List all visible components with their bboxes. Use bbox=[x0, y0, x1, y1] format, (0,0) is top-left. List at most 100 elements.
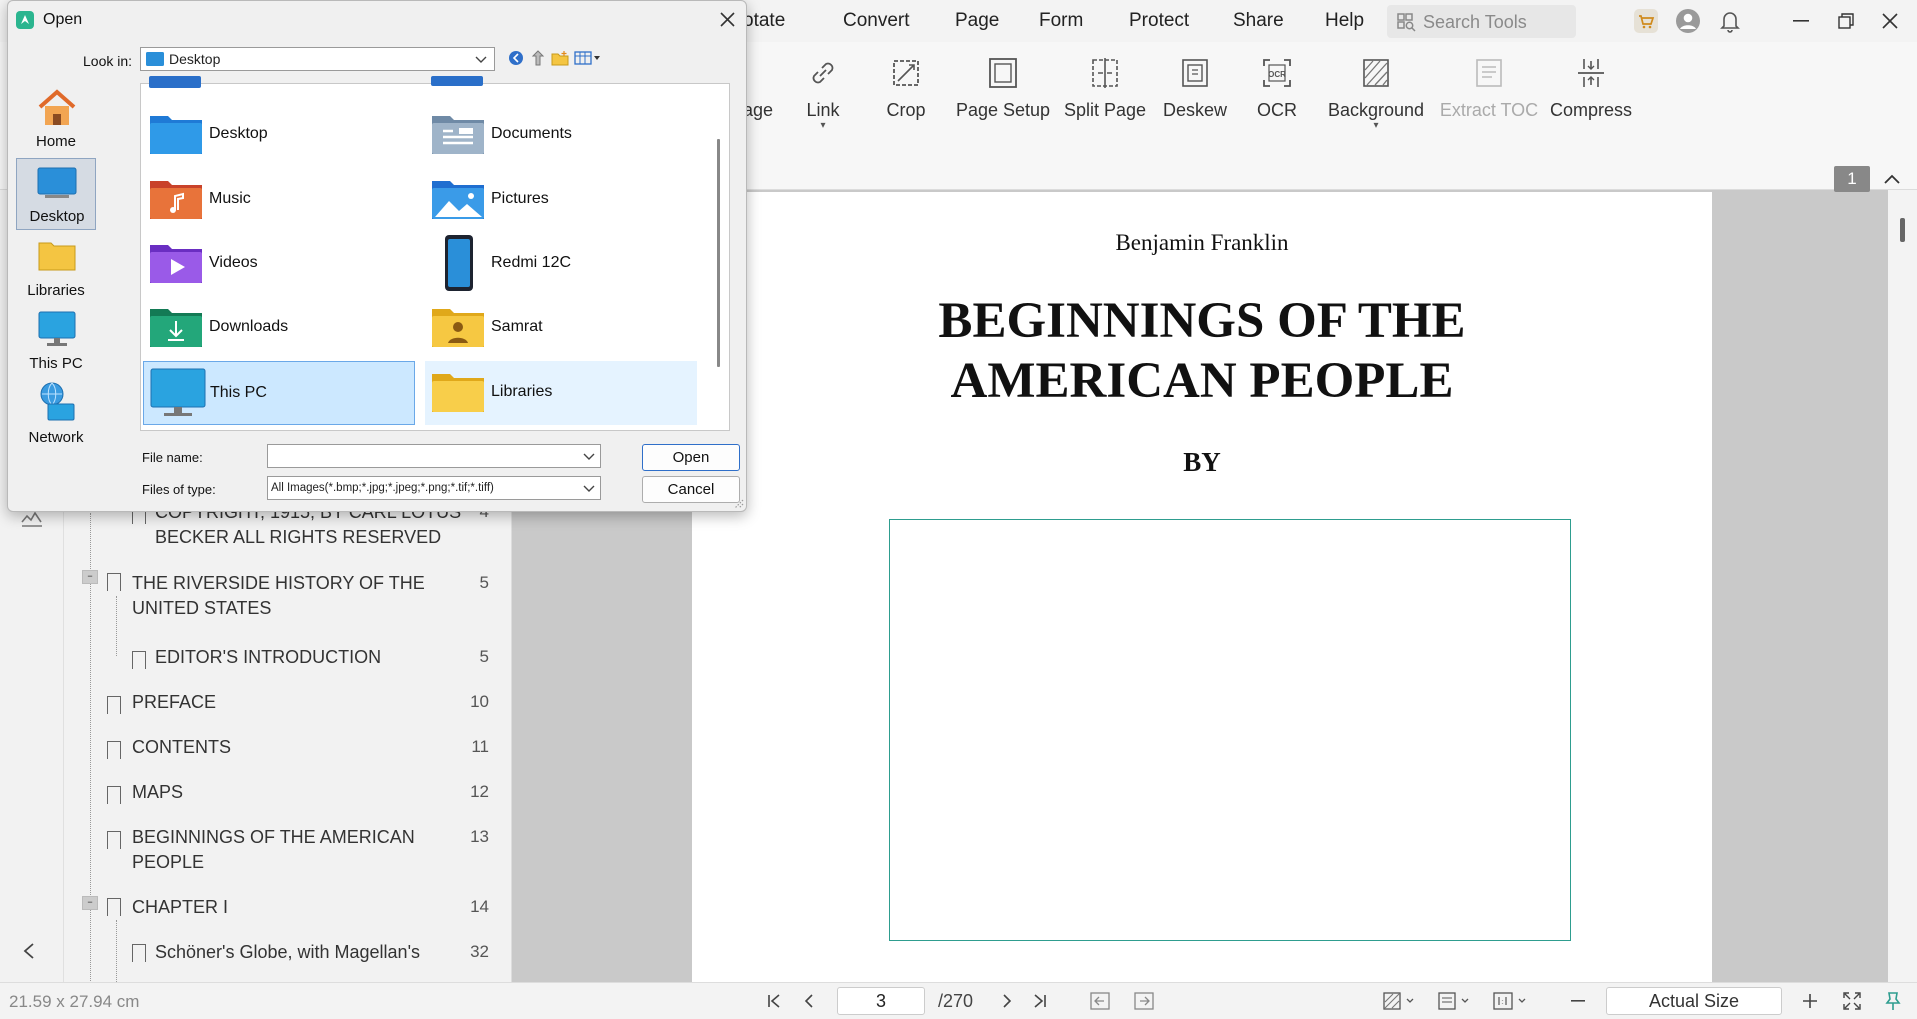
file-item-pictures[interactable]: Pictures bbox=[425, 170, 697, 232]
collapse-panel-icon[interactable] bbox=[22, 942, 36, 960]
zoom-select[interactable]: Actual Size bbox=[1606, 987, 1782, 1015]
file-item-videos[interactable]: Videos bbox=[143, 234, 415, 296]
status-bar: 21.59 x 27.94 cm 3 /270 Actual Size bbox=[0, 982, 1917, 1019]
menu-convert[interactable]: Convert bbox=[843, 10, 910, 32]
file-name-label: File name: bbox=[142, 450, 203, 465]
tree-line bbox=[116, 596, 117, 656]
doc-author: Benjamin Franklin bbox=[1115, 230, 1289, 255]
menu-protect[interactable]: Protect bbox=[1129, 10, 1189, 32]
actual-size-icon[interactable] bbox=[1493, 992, 1529, 1010]
next-page-icon[interactable] bbox=[1000, 993, 1014, 1009]
cancel-button[interactable]: Cancel bbox=[642, 476, 740, 503]
current-page-input[interactable]: 3 bbox=[837, 987, 925, 1015]
background-mode-icon[interactable] bbox=[1383, 992, 1417, 1010]
chevron-down-icon bbox=[475, 56, 487, 63]
menu-page[interactable]: Page bbox=[955, 10, 999, 32]
file-item-documents[interactable]: Documents bbox=[425, 105, 697, 167]
dialog-title: Open bbox=[43, 11, 83, 28]
file-item-this-pc[interactable]: This PC bbox=[143, 361, 415, 425]
minimize-icon[interactable] bbox=[1793, 20, 1809, 23]
file-name-input[interactable] bbox=[267, 444, 601, 468]
back-view-icon[interactable] bbox=[1090, 992, 1110, 1010]
tool-deskew[interactable]: Deskew bbox=[1160, 56, 1230, 121]
forward-view-icon[interactable] bbox=[1134, 992, 1154, 1010]
folder-icon bbox=[431, 76, 483, 86]
page-number-badge: 1 bbox=[1834, 166, 1870, 192]
bookmark-item[interactable]: THE RIVERSIDE HISTORY OF THE UNITED STATE… bbox=[132, 571, 425, 621]
collapse-toggle-icon[interactable]: − bbox=[82, 570, 98, 584]
up-folder-icon[interactable] bbox=[530, 49, 546, 67]
music-folder-icon bbox=[150, 181, 202, 219]
menu-share[interactable]: Share bbox=[1233, 10, 1284, 32]
bookmark-icon bbox=[107, 573, 121, 591]
tool-compress[interactable]: Compress bbox=[1548, 56, 1634, 121]
collapse-toggle-icon[interactable]: − bbox=[82, 896, 98, 910]
resize-grip-icon[interactable] bbox=[732, 497, 744, 509]
bookmark-icon bbox=[107, 831, 121, 849]
bookmark-item[interactable]: PREFACE bbox=[132, 690, 216, 715]
phone-icon bbox=[445, 235, 473, 291]
file-item-redmi[interactable]: Redmi 12C bbox=[425, 234, 697, 296]
bookmark-page: 32 bbox=[470, 942, 489, 961]
chevron-up-icon[interactable] bbox=[1883, 172, 1901, 186]
tool-page-setup[interactable]: Page Setup bbox=[955, 56, 1051, 121]
tool-background[interactable]: Background ▾ bbox=[1326, 56, 1426, 131]
bookmark-item[interactable]: CONTENTS bbox=[132, 735, 231, 760]
vertical-scrollbar[interactable] bbox=[1888, 190, 1917, 982]
tool-split-page[interactable]: Split Page bbox=[1060, 56, 1150, 121]
file-list-scroll-thumb[interactable] bbox=[717, 139, 720, 367]
monitor-icon bbox=[38, 311, 76, 346]
file-item-music[interactable]: Music bbox=[143, 170, 415, 232]
cart-icon[interactable] bbox=[1633, 8, 1659, 34]
place-libraries[interactable]: Libraries bbox=[16, 233, 96, 305]
close-window-icon[interactable] bbox=[1882, 13, 1898, 29]
bookmark-item[interactable]: CHAPTER I bbox=[132, 895, 228, 920]
view-menu-icon[interactable] bbox=[574, 50, 602, 66]
menu-rotate[interactable]: otate bbox=[743, 10, 785, 32]
file-item-libraries[interactable]: Libraries bbox=[425, 361, 697, 425]
bookmark-item[interactable]: BEGINNINGS OF THE AMERICAN PEOPLE bbox=[132, 825, 415, 875]
doc-by: BY bbox=[1183, 447, 1221, 477]
menu-form[interactable]: Form bbox=[1039, 10, 1083, 32]
bookmark-item[interactable]: MAPS bbox=[132, 780, 183, 805]
bookmark-item[interactable]: Schöner's Globe, with Magellan's bbox=[155, 940, 420, 965]
chevron-down-icon bbox=[583, 485, 595, 492]
menu-help[interactable]: Help bbox=[1325, 10, 1364, 32]
app-logo-icon bbox=[16, 11, 34, 29]
back-icon[interactable] bbox=[508, 50, 524, 66]
doc-image-frame bbox=[889, 519, 1571, 941]
tool-link[interactable]: Link ▾ bbox=[796, 56, 850, 131]
bookmark-item[interactable]: EDITOR'S INTRODUCTION bbox=[155, 645, 381, 670]
page-layout-icon[interactable] bbox=[1438, 992, 1472, 1010]
open-button[interactable]: Open bbox=[642, 444, 740, 471]
bell-icon[interactable] bbox=[1719, 9, 1741, 33]
tool-crop[interactable]: Crop bbox=[876, 56, 936, 121]
last-page-icon[interactable] bbox=[1032, 993, 1048, 1009]
pdf-page[interactable]: Benjamin Franklin BEGINNINGS OF THE AMER… bbox=[692, 192, 1712, 982]
restore-icon[interactable] bbox=[1838, 13, 1854, 29]
place-home[interactable]: Home bbox=[16, 83, 96, 155]
prev-page-icon[interactable] bbox=[802, 993, 816, 1009]
file-item-desktop[interactable]: Desktop bbox=[143, 105, 415, 167]
file-item-samrat[interactable]: Samrat bbox=[425, 298, 697, 360]
scroll-thumb[interactable] bbox=[1900, 218, 1905, 242]
tool-ocr[interactable]: OCR OCR bbox=[1252, 56, 1302, 121]
place-this-pc[interactable]: This PC bbox=[16, 307, 96, 379]
place-network[interactable]: Network bbox=[16, 381, 96, 453]
avatar-icon[interactable] bbox=[1675, 8, 1701, 34]
file-type-select[interactable]: All Images(*.bmp;*.jpg;*.jpeg;*.png;*.ti… bbox=[267, 476, 601, 500]
look-in-select[interactable]: Desktop bbox=[140, 47, 495, 71]
first-page-icon[interactable] bbox=[766, 993, 782, 1009]
chevron-down-icon: ▾ bbox=[820, 120, 826, 131]
pin-icon[interactable] bbox=[1884, 991, 1902, 1011]
network-icon bbox=[40, 382, 75, 421]
zoom-out-icon[interactable] bbox=[1571, 1000, 1585, 1003]
new-folder-icon[interactable] bbox=[551, 50, 569, 66]
close-icon[interactable] bbox=[720, 12, 735, 27]
file-item-downloads[interactable]: Downloads bbox=[143, 298, 415, 360]
place-desktop[interactable]: Desktop bbox=[16, 158, 96, 230]
zoom-in-icon[interactable] bbox=[1802, 993, 1818, 1009]
file-list[interactable]: Desktop Documents Music Pictures Videos … bbox=[140, 76, 730, 431]
search-tools-box[interactable]: Search Tools bbox=[1387, 5, 1576, 38]
fullscreen-icon[interactable] bbox=[1843, 992, 1861, 1010]
